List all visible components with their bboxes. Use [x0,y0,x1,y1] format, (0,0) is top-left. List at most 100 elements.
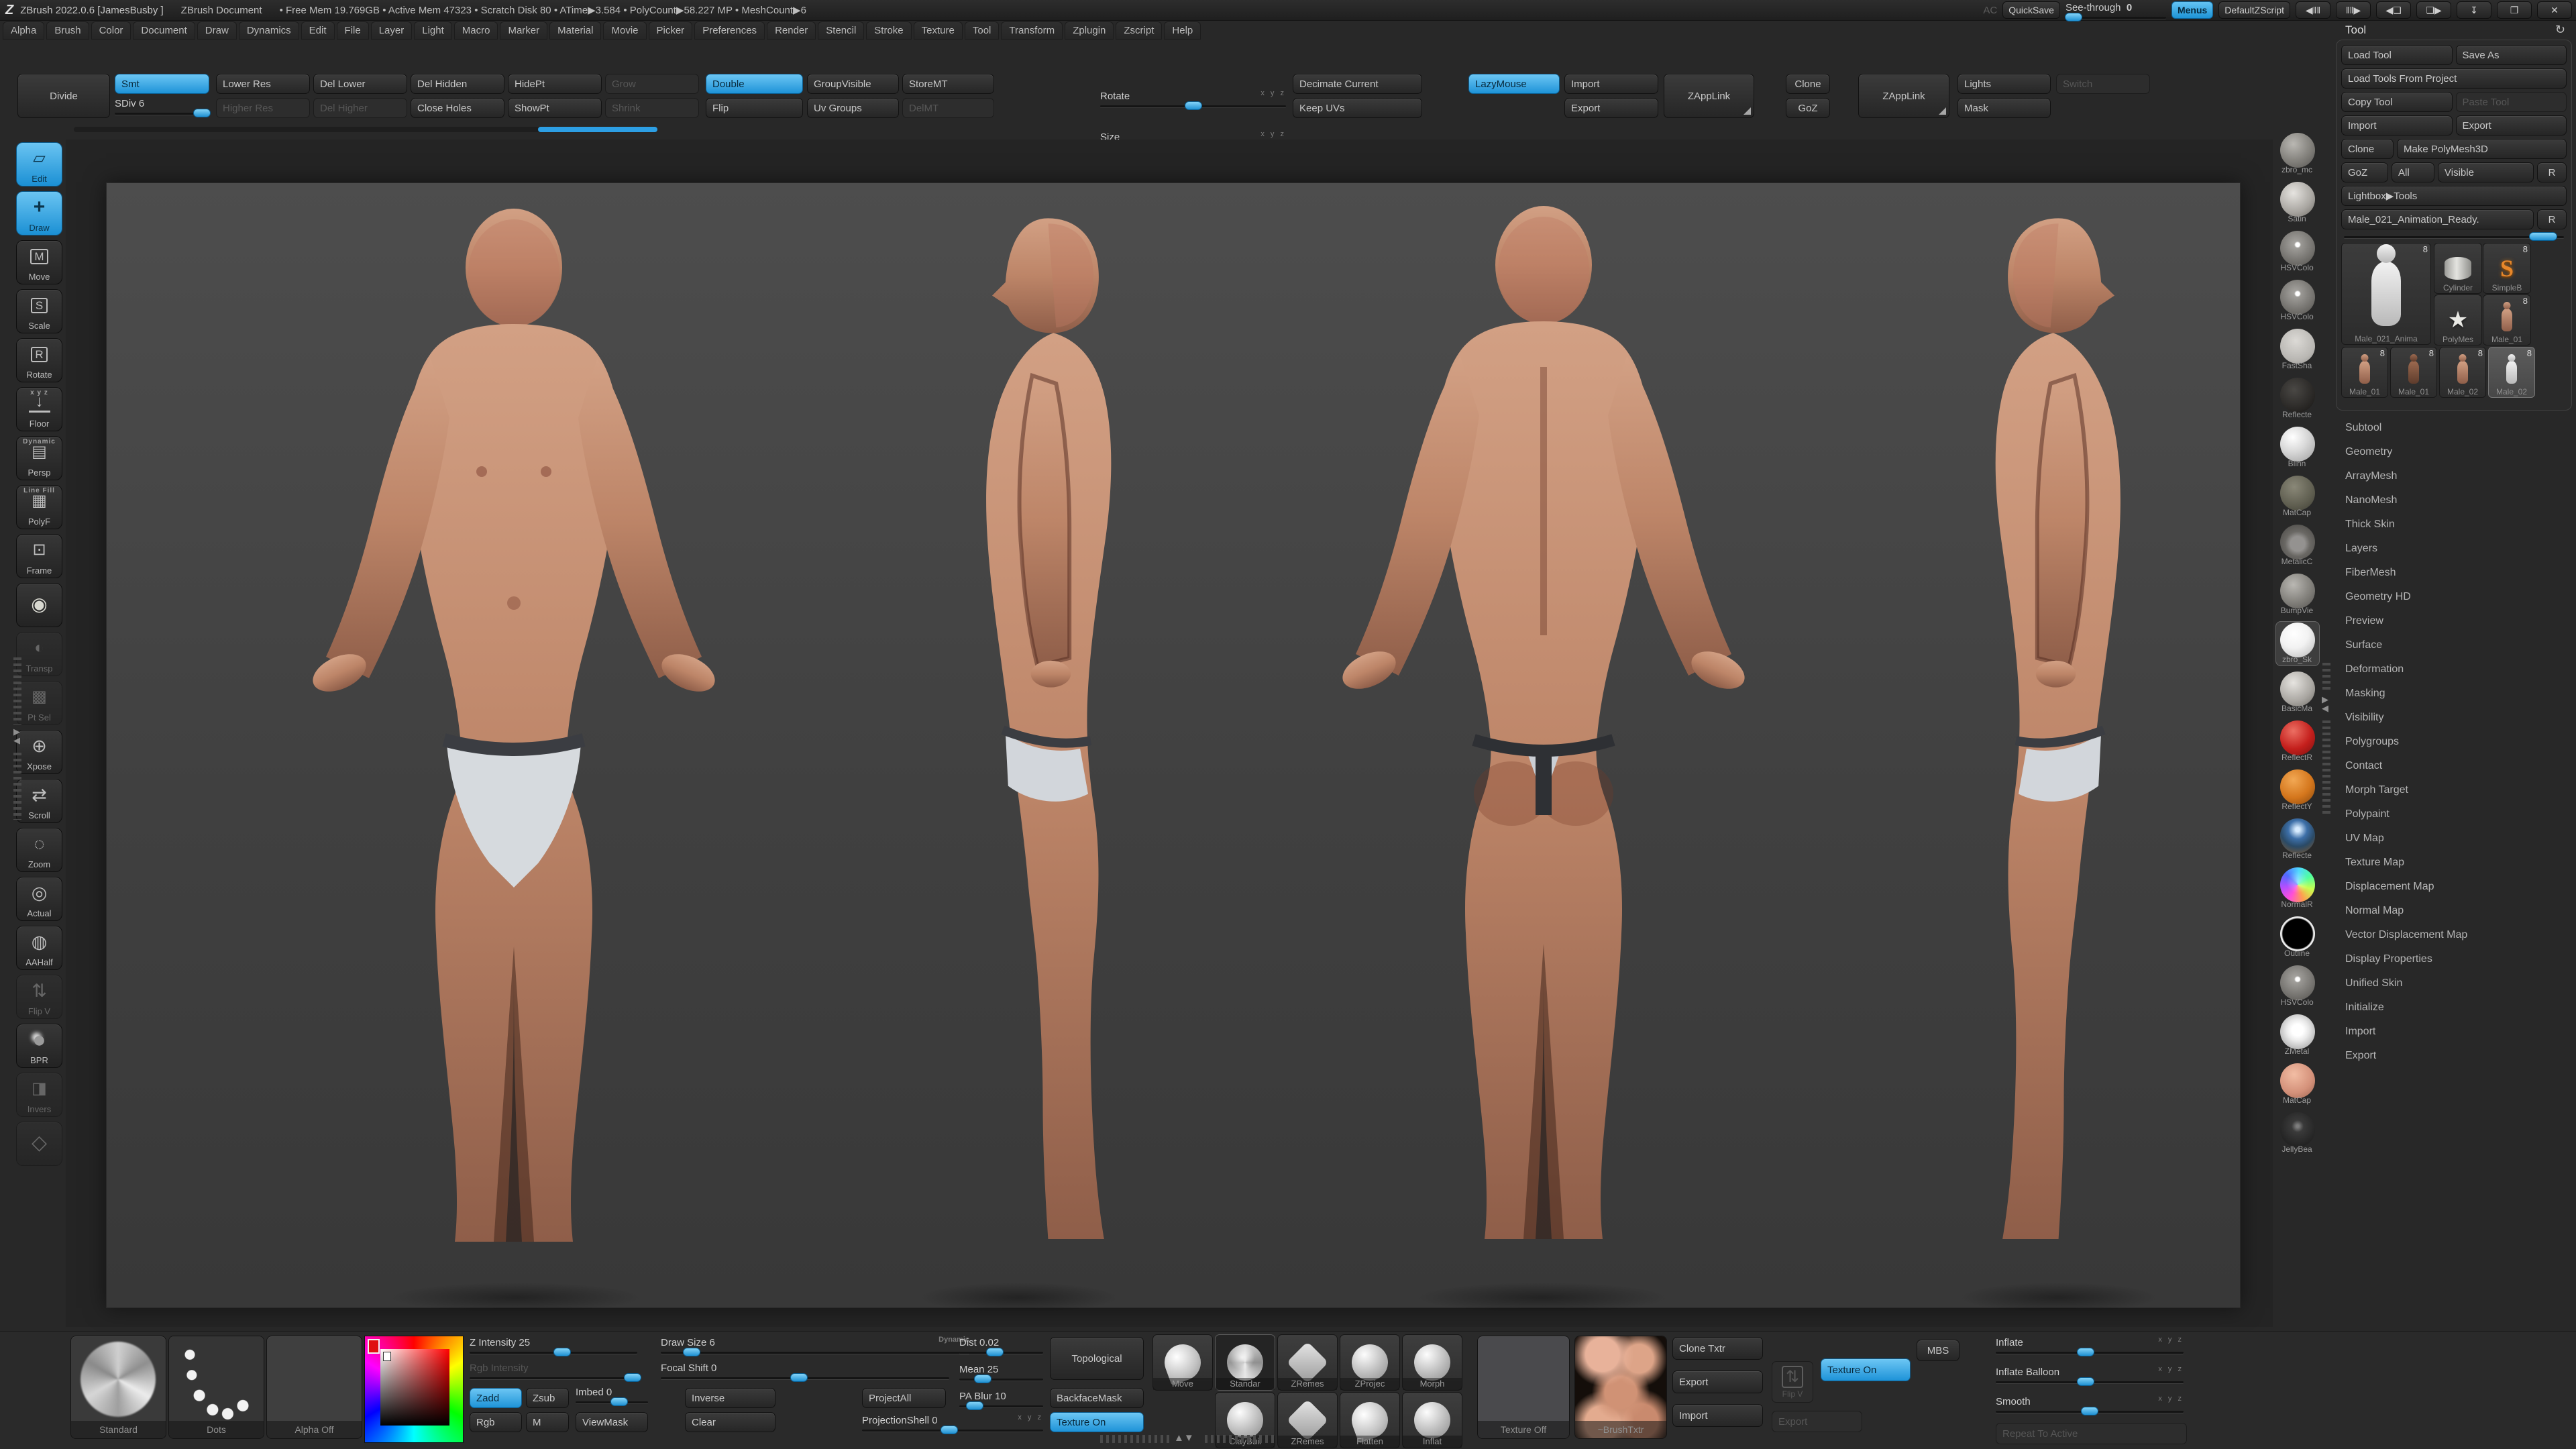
material-swatch[interactable]: BumpVie [2275,572,2320,617]
tool-subpalette-item[interactable]: Geometry HD [2336,585,2572,609]
clone-txtr-button[interactable]: Clone Txtr [1672,1337,1763,1360]
brush-shortcut[interactable]: Morph [1402,1334,1462,1391]
prev-document-icon[interactable]: ◀❏ [2376,1,2411,19]
bottom-shelf-scrollbar[interactable] [1100,1435,1170,1443]
shelf-scrollbar[interactable] [74,127,657,132]
save-as-button[interactable]: Save As [2455,45,2567,65]
current-brush-thumbnail[interactable]: Standard [70,1336,166,1439]
material-scrollbar2[interactable] [2322,720,2330,814]
grow-button[interactable]: Grow [605,74,699,94]
menu-tab[interactable]: Preferences [694,21,765,40]
left-tool-button[interactable] [16,1122,62,1166]
mask-clear-button[interactable]: Clear [685,1412,775,1432]
menu-tab[interactable]: Tool [964,21,1000,40]
menu-tab[interactable]: Material [549,21,602,40]
tool-subpalette-item[interactable]: Display Properties [2336,947,2572,971]
material-swatch[interactable]: MetalicC [2275,523,2320,568]
rgb-intensity-slider[interactable]: Rgb Intensity [470,1362,641,1382]
focal-shift-slider[interactable]: Focal Shift 0 [661,1362,949,1382]
tool-subpalette-item[interactable]: Polypaint [2336,802,2572,826]
mesh-export-button[interactable]: Export [1564,98,1658,118]
tool-subpalette-item[interactable]: Visibility [2336,706,2572,730]
mask-button[interactable]: Mask [1957,98,2051,118]
shrink-button[interactable]: Shrink [605,98,699,118]
tool-subpalette-item[interactable]: Deformation [2336,657,2572,682]
menu-tab[interactable]: Macro [453,21,498,40]
menu-tab[interactable]: Zscript [1116,21,1163,40]
tool-subpalette-item[interactable]: UV Map [2336,826,2572,851]
close-icon[interactable]: ✕ [2537,1,2572,19]
lights-button[interactable]: Lights [1957,74,2051,94]
projectall-button[interactable]: ProjectAll [862,1388,946,1408]
material-swatch[interactable]: MatCap [2275,474,2320,519]
tool-subpalette-item[interactable]: Contact [2336,754,2572,778]
tool-thumbnail[interactable]: 8 Male_02 [2439,347,2486,398]
sdiv-slider[interactable]: SDiv 6 [115,98,211,117]
active-tool-thumbnail[interactable]: 8 Male_021_Anima [2341,243,2431,345]
material-swatch[interactable]: HSVColo [2275,229,2320,274]
clone-button[interactable]: Clone [1786,74,1830,94]
load-tool-button[interactable]: Load Tool [2341,45,2453,65]
inflate-slider[interactable]: Inflate x y z [1996,1336,2184,1356]
material-scrollbar[interactable] [2322,663,2330,692]
inflate-balloon-slider[interactable]: Inflate Balloon x y z [1996,1365,2184,1386]
left-tool-button[interactable]: Move [16,240,62,284]
dist-slider[interactable]: Dist 0.02 [959,1337,1043,1356]
brush-shortcut[interactable]: ZRemes [1277,1334,1338,1391]
menu-tab[interactable]: Layer [370,21,413,40]
next-document-icon[interactable]: ❏▶ [2416,1,2451,19]
left-tool-button[interactable]: Frame [16,534,62,578]
tool-subpalette-item[interactable]: ArrayMesh [2336,464,2572,488]
hidept-button[interactable]: HidePt [508,74,602,94]
left-tool-button[interactable]: Dynamic Persp [16,436,62,480]
double-button[interactable]: Double [706,74,803,94]
tool-thumbnail[interactable]: 8 Male_01 [2483,294,2531,345]
brush-shortcut[interactable]: Inflat [1402,1392,1462,1448]
menu-tab[interactable]: Marker [500,21,548,40]
goz-r-button[interactable]: R [2537,162,2567,182]
menu-tab[interactable]: Help [1164,21,1201,40]
draw-size-slider[interactable]: Draw Size 6 Dynamic [661,1336,969,1356]
shelf-scrollbar-thumb[interactable] [538,127,657,132]
del-higher-button[interactable]: Del Higher [313,98,407,118]
see-through-slider[interactable]: See-through 0 [2064,2,2166,21]
default-zscript-button[interactable]: DefaultZScript [2218,1,2290,19]
tool-subpalette-item[interactable]: Thick Skin [2336,513,2572,537]
material-swatch[interactable]: NormalR [2275,866,2320,911]
tool-thumbnail[interactable]: S 8 SimpleB [2483,243,2531,294]
smooth-slider[interactable]: Smooth x y z [1996,1395,2184,1415]
brush-texture-thumbnail[interactable]: ~BrushTxtr [1574,1336,1667,1439]
menu-tab[interactable]: Draw [197,21,237,40]
switch-button[interactable]: Switch [2056,74,2150,94]
material-swatch[interactable]: Reflecte [2275,817,2320,862]
left-tool-button[interactable]: Draw [16,191,62,235]
keep-uvs-button[interactable]: Keep UVs [1293,98,1422,118]
left-tool-button[interactable]: Line Fill PolyF [16,485,62,529]
export-disabled-button[interactable]: Export [1772,1411,1862,1432]
brush-shortcut[interactable]: Flatten [1340,1392,1400,1448]
material-swatch[interactable]: MatCap [2275,1062,2320,1107]
menu-tab[interactable]: Transform [1001,21,1063,40]
zapplink-properties-button[interactable]: ZAppLink [1858,74,1949,118]
tool-goz-button[interactable]: GoZ [2341,162,2388,182]
goz-all-button[interactable]: All [2392,162,2434,182]
uv-groups-button[interactable]: Uv Groups [807,98,899,118]
close-holes-button[interactable]: Close Holes [411,98,504,118]
divide-button[interactable]: Divide [17,74,110,118]
zapplink-button[interactable]: ZAppLink [1664,74,1754,118]
menu-tab[interactable]: Texture [913,21,963,40]
active-tool-r-button[interactable]: R [2537,209,2567,229]
menu-tab[interactable]: Light [414,21,452,40]
left-tool-button[interactable]: Edit [16,142,62,186]
topological-button[interactable]: Topological [1050,1337,1144,1380]
tool-subpalette-item[interactable]: Masking [2336,682,2572,706]
material-swatch[interactable]: ZMetal [2275,1013,2320,1058]
repeat-to-active-button[interactable]: Repeat To Active [1996,1423,2187,1444]
delmt-button[interactable]: DelMT [902,98,994,118]
zsub-button[interactable]: Zsub [526,1388,569,1408]
menu-tab[interactable]: Stencil [818,21,865,40]
higher-res-button[interactable]: Higher Res [216,98,310,118]
brush-shortcut[interactable]: ZRemes [1277,1392,1338,1448]
menu-tab[interactable]: Dynamics [238,21,299,40]
material-scroll-arrows[interactable]: ▶ ◀ [2322,695,2328,712]
